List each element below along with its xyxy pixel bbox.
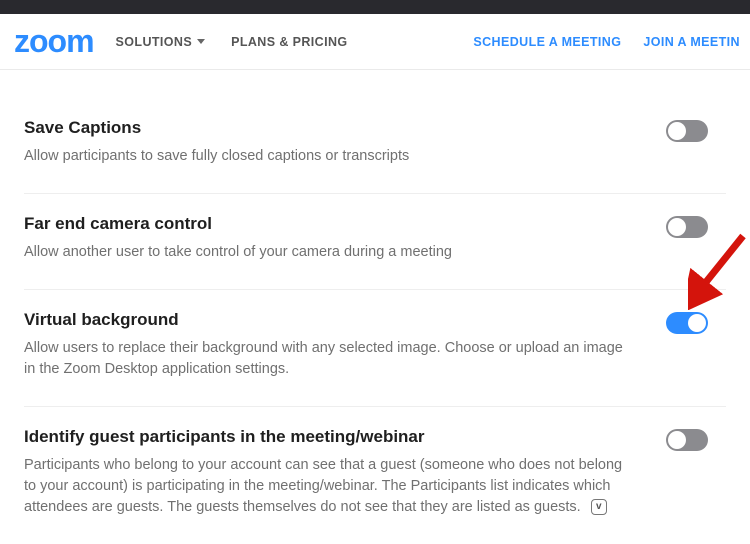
setting-desc: Participants who belong to your account … <box>24 455 626 518</box>
setting-desc: Allow participants to save fully closed … <box>24 146 626 167</box>
nav-solutions[interactable]: SOLUTIONS <box>116 35 206 49</box>
link-schedule-meeting[interactable]: SCHEDULE A MEETING <box>473 35 621 49</box>
setting-virtual-background: Virtual background Allow users to replac… <box>24 290 726 407</box>
setting-save-captions: Save Captions Allow participants to save… <box>24 94 726 194</box>
zoom-logo[interactable]: zoom <box>14 23 94 60</box>
setting-desc-text: Participants who belong to your account … <box>24 457 622 515</box>
chevron-down-icon <box>197 39 205 44</box>
info-icon[interactable]: v <box>591 499 607 515</box>
setting-desc: Allow another user to take control of yo… <box>24 242 626 263</box>
setting-title: Virtual background <box>24 310 626 330</box>
setting-title: Identify guest participants in the meeti… <box>24 427 626 447</box>
toggle-far-end-camera[interactable] <box>666 216 708 238</box>
top-nav: zoom SOLUTIONS PLANS & PRICING SCHEDULE … <box>0 14 750 70</box>
setting-identify-guests: Identify guest participants in the meeti… <box>24 407 726 544</box>
setting-far-end-camera: Far end camera control Allow another use… <box>24 194 726 290</box>
window-chrome-bar <box>0 0 750 14</box>
link-join-meeting[interactable]: JOIN A MEETIN <box>643 35 740 49</box>
toggle-identify-guests[interactable] <box>666 429 708 451</box>
toggle-save-captions[interactable] <box>666 120 708 142</box>
toggle-virtual-background[interactable] <box>666 312 708 334</box>
nav-plans-pricing[interactable]: PLANS & PRICING <box>231 35 347 49</box>
setting-title: Save Captions <box>24 118 626 138</box>
nav-solutions-label: SOLUTIONS <box>116 35 193 49</box>
settings-list: Save Captions Allow participants to save… <box>0 70 750 544</box>
setting-title: Far end camera control <box>24 214 626 234</box>
setting-desc: Allow users to replace their background … <box>24 338 626 380</box>
